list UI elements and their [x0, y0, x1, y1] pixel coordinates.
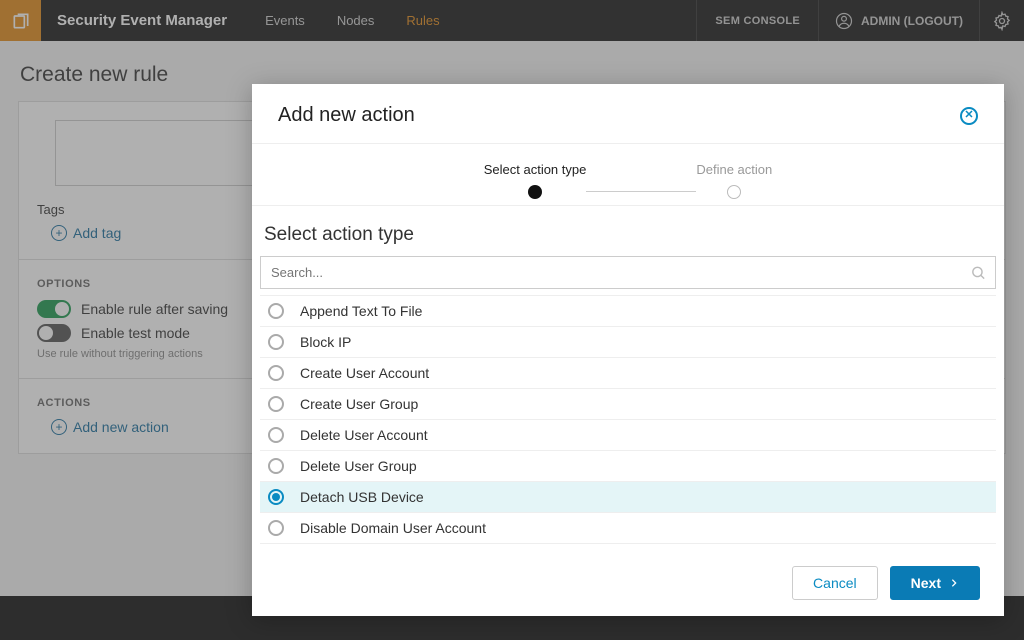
close-button[interactable]: ✕ [960, 107, 978, 125]
search-icon [970, 264, 987, 281]
search-wrap [260, 256, 996, 289]
action-option-label: Append Text To File [300, 303, 422, 319]
action-option-label: Delete User Group [300, 458, 417, 474]
add-action-modal: Add new action ✕ Select action type Defi… [252, 84, 1004, 616]
action-type-list[interactable]: Append Text To File Block IP Create User A… [260, 295, 996, 550]
action-option-label: Disable Domain User Account [300, 520, 486, 536]
radio-icon [268, 365, 284, 381]
search-input[interactable] [260, 256, 996, 289]
close-icon: ✕ [964, 110, 973, 121]
action-option-label: Delete User Account [300, 427, 428, 443]
radio-icon [268, 334, 284, 350]
step1-dot-icon [528, 185, 542, 199]
step2-label: Define action [696, 162, 772, 177]
action-option-label: Create User Group [300, 396, 418, 412]
action-option[interactable]: Delete User Group [260, 451, 996, 482]
step-define-action[interactable]: Define action [696, 162, 772, 199]
radio-icon [268, 427, 284, 443]
chevron-right-icon [949, 578, 959, 588]
radio-icon [268, 303, 284, 319]
action-option[interactable]: Create User Account [260, 358, 996, 389]
action-option[interactable]: Append Text To File [260, 296, 996, 327]
cancel-label: Cancel [813, 575, 857, 591]
next-label: Next [911, 575, 941, 591]
action-option[interactable]: Delete User Account [260, 420, 996, 451]
stepper: Select action type Define action [252, 144, 1004, 206]
step1-label: Select action type [484, 162, 587, 177]
action-option[interactable]: Disable Domain User Account [260, 513, 996, 544]
action-option[interactable]: Detach USB Device [260, 482, 996, 513]
action-option[interactable]: Block IP [260, 327, 996, 358]
modal-footer: Cancel Next [252, 550, 1004, 616]
step-select-type[interactable]: Select action type [484, 162, 587, 199]
step2-dot-icon [727, 185, 741, 199]
modal-body: Select action type Append Text To File Bl… [252, 206, 1004, 550]
modal-header: Add new action ✕ [252, 84, 1004, 144]
action-option-label: Block IP [300, 334, 351, 350]
step-connector [586, 191, 696, 192]
section-title: Select action type [262, 224, 996, 246]
cancel-button[interactable]: Cancel [792, 566, 878, 600]
action-option-label: Detach USB Device [300, 489, 424, 505]
radio-icon [268, 396, 284, 412]
action-option[interactable]: Create User Group [260, 389, 996, 420]
radio-icon [268, 489, 284, 505]
radio-icon [268, 458, 284, 474]
radio-icon [268, 520, 284, 536]
modal-title: Add new action [278, 104, 415, 127]
next-button[interactable]: Next [890, 566, 980, 600]
action-option-label: Create User Account [300, 365, 429, 381]
